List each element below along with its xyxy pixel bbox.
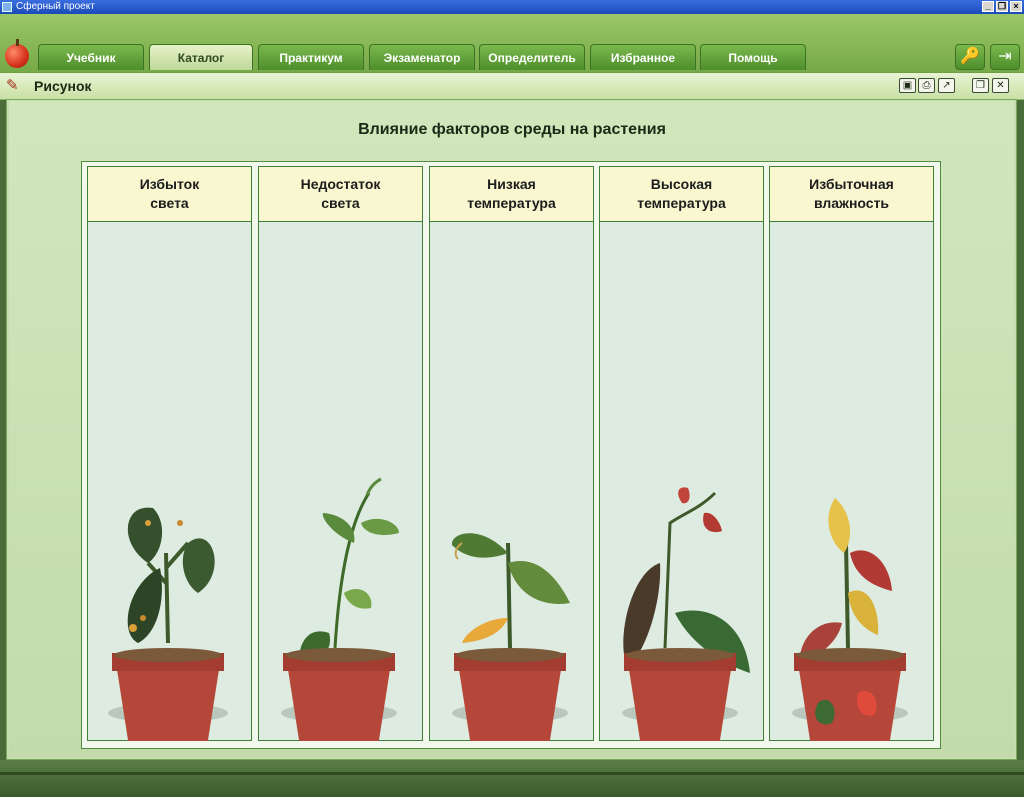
restore-icon[interactable]: ❐ <box>972 78 989 93</box>
column-lack-of-light: Недостаток света <box>258 166 423 741</box>
plant-yellowed-leaves-icon <box>792 498 908 741</box>
column-excess-light: Избыток света <box>87 166 252 741</box>
app-icon <box>2 2 12 12</box>
column-excess-humidity: Избыточная влажность <box>769 166 934 741</box>
column-high-temperature: Высокая температура <box>599 166 764 741</box>
status-bar <box>0 760 1024 797</box>
column-low-temperature: Низкая температура <box>429 166 594 741</box>
column-label: Низкая температура <box>430 167 593 222</box>
window-title-bar: Сферный проект _ ❐ × <box>0 0 1024 14</box>
apple-icon[interactable] <box>5 39 29 68</box>
exit-icon[interactable]: ⇥ <box>990 44 1020 70</box>
tab-identifier[interactable]: Определитель <box>479 44 585 70</box>
close-window-icon[interactable]: × <box>1010 1 1022 12</box>
panel-title: Рисунок <box>34 78 92 94</box>
key-icon[interactable]: 🔑 <box>955 44 985 70</box>
tab-help[interactable]: Помощь <box>700 44 806 70</box>
save-icon[interactable]: ▣ <box>899 78 916 93</box>
column-label: Избыточная влажность <box>770 167 933 222</box>
picture-icon: ✎ <box>6 77 19 94</box>
plant-wilted-leaves-icon <box>451 533 570 741</box>
column-label: Недостаток света <box>259 167 422 222</box>
print-icon[interactable]: ⎙ <box>918 78 935 93</box>
plant-dried-leaves-icon <box>622 487 750 741</box>
panel-header: ✎ Рисунок ▣ ⎙ ↗ ❐ ✕ <box>0 72 1024 100</box>
window-title: Сферный проект <box>16 1 95 12</box>
tab-textbook[interactable]: Учебник <box>38 44 144 70</box>
tab-catalog[interactable]: Каталог <box>149 44 253 70</box>
minimize-icon[interactable]: _ <box>982 1 994 12</box>
status-strip <box>0 772 1024 775</box>
figure-title: Влияние факторов среды на растения <box>358 121 666 138</box>
plant-spotted-leaves-icon <box>108 507 228 741</box>
column-label: Высокая температура <box>600 167 763 222</box>
maximize-icon[interactable]: ❐ <box>996 1 1008 12</box>
column-label: Избыток света <box>88 167 251 222</box>
close-icon[interactable]: ✕ <box>992 78 1009 93</box>
plant-elongated-stem-icon <box>281 477 399 741</box>
tab-practicum[interactable]: Практикум <box>258 44 364 70</box>
tab-examiner[interactable]: Экзаменатор <box>369 44 475 70</box>
tab-favorites[interactable]: Избранное <box>590 44 696 70</box>
export-icon[interactable]: ↗ <box>938 78 955 93</box>
